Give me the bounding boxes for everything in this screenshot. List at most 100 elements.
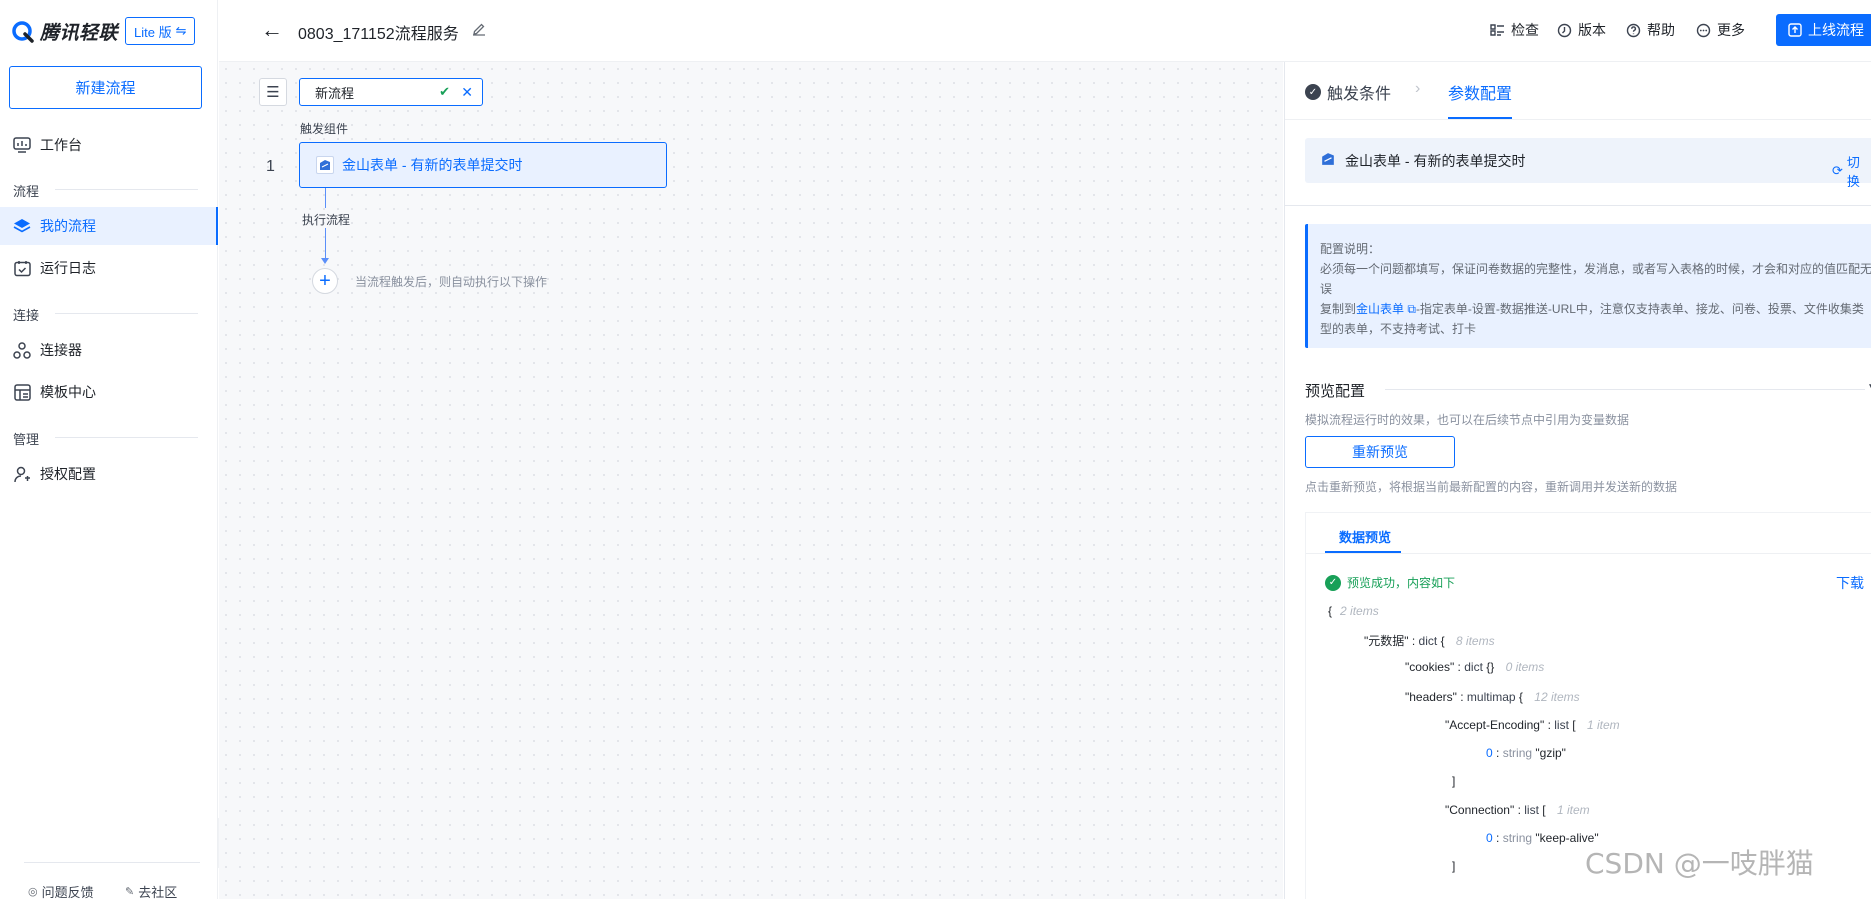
success-check-icon: ✓ <box>1325 574 1341 591</box>
help-button[interactable]: 帮助 <box>1626 20 1675 40</box>
json-count: 0 items <box>1505 660 1545 674</box>
menu-icon[interactable]: ☰ <box>259 78 287 106</box>
logo-icon <box>12 20 34 43</box>
back-arrow-icon[interactable]: ← <box>261 18 283 42</box>
calendar-check-icon <box>13 259 31 277</box>
json-close-bracket: ] <box>1452 859 1456 873</box>
json-node-cookies[interactable]: "cookies" : dict {} 0 items <box>1405 660 1544 674</box>
json-node-metadata[interactable]: "元数据" : dict { 8 items <box>1364 632 1495 649</box>
add-step-button[interactable]: + <box>312 268 338 294</box>
checklist-icon <box>1490 24 1504 36</box>
edition-switch-button[interactable]: Lite 版 ⇋ <box>125 17 196 45</box>
json-key: "headers" <box>1405 690 1457 704</box>
json-type: list <box>1524 803 1539 817</box>
logo[interactable]: 腾讯轻联 <box>12 18 118 45</box>
tab-param-config[interactable]: 参数配置 <box>1448 80 1512 104</box>
json-node-accept-encoding[interactable]: "Accept-Encoding" : list [ 1 item <box>1445 718 1620 732</box>
json-key: "元数据" <box>1364 634 1409 648</box>
trigger-source-label: 金山表单 - 有新的表单提交时 <box>1345 152 1526 169</box>
swap-icon: ⇋ <box>175 23 187 38</box>
notice-line-2: 复制到金山表单 ⧉-指定表单-设置-数据推送-URL中，注意仅支持表单、接龙、问… <box>1320 299 1871 339</box>
check-label: 检查 <box>1511 22 1539 38</box>
divider <box>1306 553 1871 554</box>
kdocs-form-link[interactable]: 金山表单 <box>1356 302 1404 316</box>
json-node-connection[interactable]: "Connection" : list [ 1 item <box>1445 803 1590 817</box>
feedback-icon: ◎ <box>28 886 38 898</box>
caret-down-icon[interactable]: ▼ <box>1867 382 1871 393</box>
more-button[interactable]: 更多 <box>1696 20 1745 40</box>
json-count: 8 items <box>1455 634 1495 648</box>
more-label: 更多 <box>1717 22 1745 38</box>
json-count: 2 items <box>1340 604 1379 618</box>
trigger-node[interactable]: 金山表单 - 有新的表单提交时 <box>299 142 667 188</box>
json-type: dict <box>1464 660 1483 674</box>
nav-section-flow: 流程 <box>13 184 40 199</box>
sidebar-item-label: 连接器 <box>40 342 82 358</box>
trigger-source-bar: 金山表单 - 有新的表单提交时 <box>1305 138 1871 183</box>
status-text: 预览成功，内容如下 <box>1347 576 1456 590</box>
version-button[interactable]: 版本 <box>1557 20 1606 40</box>
divider <box>55 437 198 438</box>
edit-pencil-icon[interactable] <box>472 22 486 39</box>
dashboard-icon <box>13 136 31 154</box>
download-link[interactable]: 下载 <box>1836 573 1864 593</box>
history-icon <box>1557 23 1572 37</box>
json-type: list <box>1554 718 1569 732</box>
json-close-bracket: ] <box>1452 774 1456 788</box>
tab-trigger-condition[interactable]: ✓ 触发条件 <box>1305 80 1391 104</box>
json-type: multimap <box>1466 690 1516 704</box>
tab-label: 触发条件 <box>1327 86 1392 103</box>
sidebar-item-label: 模板中心 <box>40 384 96 400</box>
json-value: "gzip" <box>1535 746 1566 760</box>
notice-title: 配置说明： <box>1320 242 1381 256</box>
header: ← 0803_171152流程服务 检查 版本 帮助 更多 上线流程 <box>219 0 1871 62</box>
data-preview-card: 数据预览 ✓ 预览成功，内容如下 下载 {2 items "元数据" : dic… <box>1305 512 1871 899</box>
community-link[interactable]: ✎ 去社区 <box>125 882 177 899</box>
json-count: 12 items <box>1534 690 1580 704</box>
sidebar: 腾讯轻联 Lite 版 ⇋ 新建流程 工作台 流程 我的流程 运行日志 连接 连… <box>0 0 218 899</box>
json-index: 0 <box>1486 831 1493 845</box>
flow-name-value: 新流程 <box>315 85 355 101</box>
flow-canvas[interactable]: ☰ 新流程 ✔ ✕ 触发组件 1 金山表单 - 有新的表单提交时 执行流程 + … <box>219 62 1283 899</box>
check-circle-icon: ✓ <box>1305 84 1321 100</box>
repreview-note: 点击重新预览，将根据当前最新配置的内容，重新调用并发送新的数据 <box>1305 480 1678 494</box>
json-count: 1 item <box>1556 803 1590 817</box>
panel-tabs: ✓ 触发条件 › 参数配置 <box>1285 62 1871 120</box>
json-node-headers[interactable]: "headers" : multimap { 12 items <box>1405 690 1580 704</box>
json-root[interactable]: {2 items <box>1328 604 1379 618</box>
page-title: 0803_171152流程服务 <box>298 26 459 43</box>
config-notice: 配置说明： 必须每一个问题都填写，保证问卷数据的完整性，发消息，或者写入表格的时… <box>1305 224 1871 348</box>
sidebar-item-connectors[interactable]: 连接器 <box>0 331 218 369</box>
divider <box>1285 205 1871 206</box>
sidebar-item-label: 授权配置 <box>40 466 96 482</box>
sidebar-item-auth[interactable]: 授权配置 <box>0 455 218 493</box>
repreview-button[interactable]: 重新预览 <box>1305 436 1455 468</box>
flow-name-input[interactable]: 新流程 ✔ ✕ <box>299 78 483 106</box>
check-button[interactable]: 检查 <box>1490 20 1539 40</box>
publish-button[interactable]: 上线流程 <box>1776 14 1871 46</box>
app-name: 腾讯轻联 <box>40 23 119 44</box>
brace: { <box>1328 604 1333 618</box>
sidebar-item-workspace[interactable]: 工作台 <box>0 126 218 164</box>
sidebar-item-run-log[interactable]: 运行日志 <box>0 249 218 287</box>
feedback-link[interactable]: ◎ 问题反馈 <box>28 882 94 899</box>
config-panel: ✓ 触发条件 › 参数配置 金山表单 - 有新的表单提交时 ⟳ 切换 配置说明：… <box>1284 62 1871 899</box>
connector-line <box>325 228 326 262</box>
step-number: 1 <box>266 158 275 175</box>
sidebar-item-label: 工作台 <box>40 137 82 153</box>
nav-section-connect: 连接 <box>13 308 40 323</box>
trigger-section-label: 触发组件 <box>300 122 349 136</box>
active-tab-indicator <box>1448 117 1512 119</box>
new-flow-button[interactable]: 新建流程 <box>9 66 202 109</box>
sidebar-item-my-flows[interactable]: 我的流程 <box>0 207 218 245</box>
tab-data-preview[interactable]: 数据预览 <box>1339 527 1391 546</box>
close-icon[interactable]: ✕ <box>461 84 473 101</box>
sidebar-item-label: 运行日志 <box>40 260 96 276</box>
switch-trigger-button[interactable]: ⟳ 切换 <box>1832 152 1871 190</box>
watermark: CSDN @一吱胖猫 <box>1585 847 1814 880</box>
template-icon <box>13 383 31 401</box>
confirm-check-icon[interactable]: ✔ <box>439 84 450 100</box>
external-link-icon[interactable]: ⧉ <box>1404 302 1416 316</box>
sidebar-item-templates[interactable]: 模板中心 <box>0 373 218 411</box>
json-index: 0 <box>1486 746 1493 760</box>
